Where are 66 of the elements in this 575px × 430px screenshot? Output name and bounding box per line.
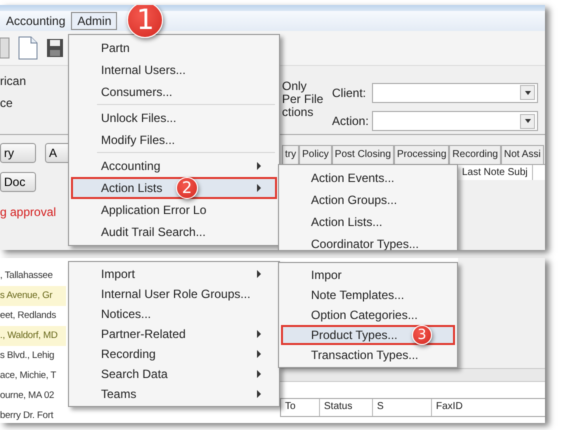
menu-item[interactable]: Search Data — [71, 364, 277, 384]
address-text: s Blvd., Lehig — [0, 349, 56, 363]
menu-item[interactable]: Partner-Related — [71, 324, 277, 344]
menu-item[interactable]: Audit Trail Search... — [71, 221, 277, 243]
submenu-arrow-icon — [257, 270, 261, 278]
address-text: berry Dr. Fort — [0, 409, 54, 423]
address-text: eet, Redlands — [0, 309, 58, 323]
label-text: rican — [0, 74, 28, 88]
menu-item[interactable]: Option Categories... — [281, 305, 455, 325]
address-text: ace, Michie, T — [0, 369, 58, 383]
submenu-arrow-icon — [257, 390, 261, 398]
menu-item[interactable]: Internal Users... — [71, 59, 277, 81]
menu-bar-item[interactable]: Accounting — [0, 12, 72, 30]
dropdown-field[interactable] — [372, 111, 538, 132]
column-header[interactable]: Status — [320, 399, 373, 416]
menu-item[interactable]: Import — [71, 264, 277, 284]
menu-item[interactable]: Note Templates... — [281, 285, 455, 305]
tab[interactable]: Not Assi — [501, 145, 544, 164]
menu-item[interactable]: Internal User Role Groups... — [71, 284, 277, 304]
callout-badge: 3 — [412, 325, 432, 345]
tab[interactable]: Policy — [299, 145, 332, 164]
menu-bar-item[interactable]: Admin — [71, 12, 118, 30]
menu-item[interactable]: Recording — [71, 344, 277, 364]
submenu-arrow-icon — [257, 184, 261, 192]
submenu-arrow-icon — [257, 370, 261, 378]
option-label: ctions — [282, 106, 314, 119]
tab[interactable]: Post Closing — [332, 145, 394, 164]
toolbar-icon[interactable] — [0, 37, 10, 59]
label-text: ce — [0, 96, 14, 110]
submenu-arrow-icon — [257, 350, 261, 358]
tab[interactable]: try — [282, 145, 300, 164]
dropdown-field[interactable] — [372, 82, 538, 103]
menu-item[interactable]: Impor — [281, 265, 455, 285]
menu-item[interactable]: Action Lists 2 — [71, 177, 277, 199]
save-icon[interactable] — [46, 38, 64, 58]
status-text: g approval — [0, 205, 58, 219]
submenu-arrow-icon — [257, 330, 261, 338]
address-text: ., Waldorf, MD — [0, 326, 66, 346]
address-text: ourne, MA 02 — [0, 389, 56, 403]
menu-item[interactable]: Transaction Types... — [281, 345, 455, 365]
tab[interactable]: Processing — [394, 145, 450, 164]
new-document-icon[interactable] — [18, 36, 38, 60]
menu-item[interactable]: Product Types... 3 — [281, 325, 455, 345]
menu-item[interactable]: Action Events... — [281, 167, 455, 189]
address-text: s Avenue, Gr — [0, 286, 66, 306]
button[interactable]: ry — [0, 143, 36, 163]
column-header[interactable]: FaxID — [432, 399, 545, 416]
address-text: , Tallahassee — [0, 269, 54, 283]
button[interactable]: Doc — [0, 172, 36, 192]
option-label: Per File — [282, 93, 324, 106]
menu-item[interactable]: Application Error Lo — [71, 199, 277, 221]
field-label: Client: — [332, 86, 368, 100]
callout-badge: 2 — [176, 177, 198, 199]
menu-item[interactable]: Unlock Files... — [71, 107, 277, 129]
field-label: Action: — [332, 114, 370, 128]
option-label: Only — [282, 80, 308, 93]
menu-item[interactable]: Notices... — [71, 304, 277, 324]
column-header[interactable]: To — [281, 399, 320, 416]
tab[interactable]: Recording — [449, 145, 501, 164]
horizontal-scrollbar[interactable] — [280, 368, 545, 382]
menu-item[interactable]: Action Groups... — [281, 189, 455, 211]
menu-item[interactable]: Consumers... — [71, 81, 277, 103]
column-header[interactable]: S — [373, 399, 432, 416]
menu-item[interactable]: Action Lists... — [281, 211, 455, 233]
submenu-arrow-icon — [257, 162, 261, 170]
menu-item[interactable]: Teams — [71, 384, 277, 404]
